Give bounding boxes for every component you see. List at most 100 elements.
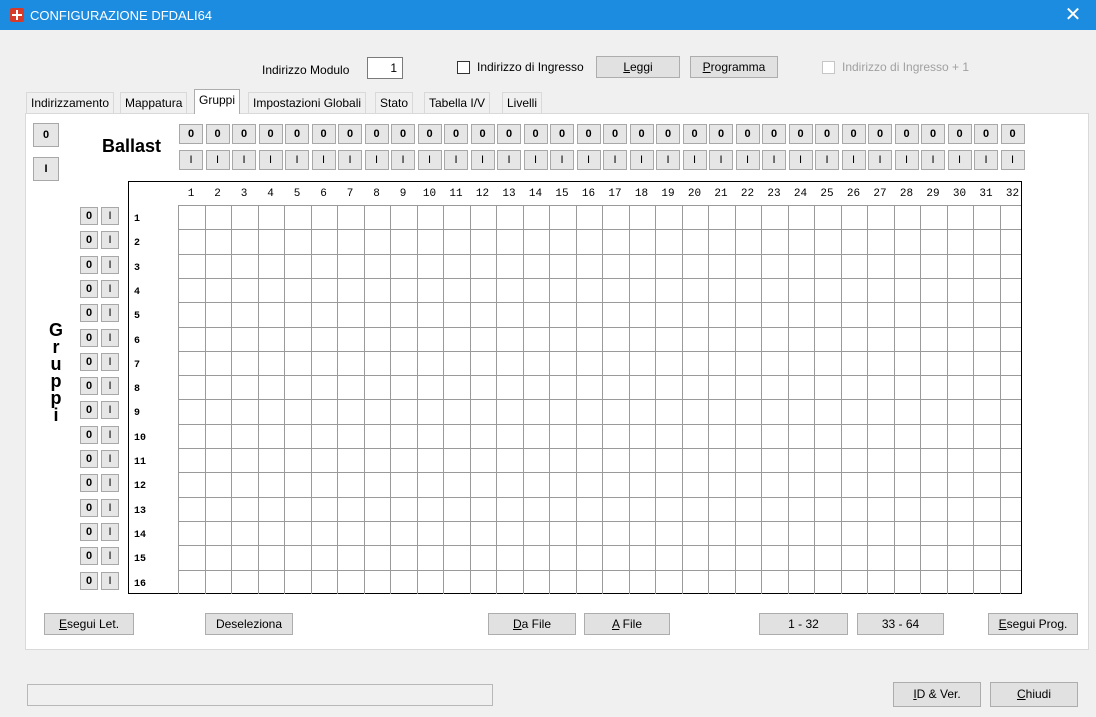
ballast-off-button-13[interactable]: 0 (497, 124, 521, 144)
group-off-button-15[interactable]: 0 (80, 547, 98, 566)
ballast-on-button-22[interactable]: I (735, 150, 760, 170)
ballast-on-button-23[interactable]: I (762, 150, 786, 170)
group-off-button-6[interactable]: 0 (80, 328, 98, 347)
ballast-off-button-24[interactable]: 0 (788, 124, 813, 144)
ballast-on-button-27[interactable]: I (868, 150, 892, 170)
range-1-32-button[interactable]: 1 - 32 (759, 613, 848, 635)
ballast-off-button-31[interactable]: 0 (974, 124, 998, 144)
ballast-off-button-26[interactable]: 0 (841, 124, 866, 144)
tab-impostazioni-globali[interactable]: Impostazioni Globali (248, 92, 367, 113)
group-on-button-16[interactable]: I (101, 571, 119, 590)
group-on-button-1[interactable]: I (101, 207, 119, 225)
ballast-on-button-15[interactable]: I (550, 150, 574, 170)
group-on-button-13[interactable]: I (101, 498, 119, 517)
ballast-off-button-14[interactable]: 0 (523, 124, 548, 144)
ballast-off-button-22[interactable]: 0 (735, 124, 760, 144)
group-off-button-14[interactable]: 0 (80, 522, 98, 541)
group-off-button-2[interactable]: 0 (80, 231, 98, 250)
ballast-on-button-28[interactable]: I (894, 150, 919, 170)
group-off-button-8[interactable]: 0 (80, 377, 98, 396)
ballast-on-button-14[interactable]: I (523, 150, 548, 170)
tab-indirizzamento[interactable]: Indirizzamento (26, 92, 115, 113)
ballast-off-button-21[interactable]: 0 (709, 124, 733, 144)
group-on-button-8[interactable]: I (101, 377, 119, 396)
group-on-button-15[interactable]: I (101, 547, 119, 566)
ballast-off-button-17[interactable]: 0 (603, 124, 627, 144)
ballast-off-button-7[interactable]: 0 (338, 124, 362, 144)
ballast-off-button-15[interactable]: 0 (550, 124, 574, 144)
group-on-button-10[interactable]: I (101, 425, 119, 444)
ballast-on-button-13[interactable]: I (497, 150, 521, 170)
tab-tabella-iv[interactable]: Tabella I/V (424, 92, 491, 113)
ballast-off-button-11[interactable]: 0 (444, 124, 468, 144)
ballast-on-button-6[interactable]: I (311, 150, 336, 170)
group-off-button-11[interactable]: 0 (80, 450, 98, 468)
ballast-on-button-11[interactable]: I (444, 150, 468, 170)
ballast-off-button-5[interactable]: 0 (285, 124, 309, 144)
group-on-button-3[interactable]: I (101, 255, 119, 274)
ballast-off-button-8[interactable]: 0 (364, 124, 389, 144)
close-button[interactable]: Chiudi (990, 682, 1078, 707)
group-on-button-9[interactable]: I (101, 401, 119, 420)
ballast-on-button-8[interactable]: I (364, 150, 389, 170)
module-address-input[interactable]: 1 (367, 57, 403, 79)
group-on-button-2[interactable]: I (101, 231, 119, 250)
group-off-button-9[interactable]: 0 (80, 401, 98, 420)
ballast-on-button-16[interactable]: I (576, 150, 601, 170)
execute-read-button[interactable]: Esegui Let. (44, 613, 134, 635)
ballast-off-button-23[interactable]: 0 (762, 124, 786, 144)
ballast-on-button-30[interactable]: I (947, 150, 972, 170)
close-window-icon[interactable]: ✕ (1050, 0, 1096, 30)
group-off-button-4[interactable]: 0 (80, 279, 98, 298)
ballast-off-button-19[interactable]: 0 (656, 124, 680, 144)
group-on-button-14[interactable]: I (101, 522, 119, 541)
ballast-on-button-26[interactable]: I (841, 150, 866, 170)
all-on-button[interactable]: I (33, 157, 59, 181)
ballast-off-button-4[interactable]: 0 (258, 124, 283, 144)
group-on-button-11[interactable]: I (101, 450, 119, 468)
execute-prog-button[interactable]: Esegui Prog. (988, 613, 1078, 635)
tab-gruppi[interactable]: Gruppi (194, 89, 241, 114)
ballast-on-button-17[interactable]: I (603, 150, 627, 170)
ballast-on-button-2[interactable]: I (205, 150, 230, 170)
ballast-on-button-18[interactable]: I (629, 150, 654, 170)
group-off-button-13[interactable]: 0 (80, 498, 98, 517)
program-button[interactable]: Programma (690, 56, 778, 78)
ballast-on-button-7[interactable]: I (338, 150, 362, 170)
tab-livelli[interactable]: Livelli (502, 92, 543, 113)
group-on-button-7[interactable]: I (101, 352, 119, 371)
ballast-on-button-5[interactable]: I (285, 150, 309, 170)
ballast-on-button-10[interactable]: I (417, 150, 442, 170)
group-on-button-5[interactable]: I (101, 304, 119, 323)
ballast-off-button-27[interactable]: 0 (868, 124, 892, 144)
ballast-off-button-25[interactable]: 0 (815, 124, 839, 144)
group-off-button-12[interactable]: 0 (80, 474, 98, 493)
ballast-on-button-24[interactable]: I (788, 150, 813, 170)
read-button[interactable]: Leggi (596, 56, 680, 78)
from-file-button[interactable]: Da File (488, 613, 576, 635)
ballast-off-button-29[interactable]: 0 (921, 124, 945, 144)
tab-stato[interactable]: Stato (375, 92, 414, 113)
ballast-off-button-30[interactable]: 0 (947, 124, 972, 144)
input-address-checkbox[interactable] (457, 61, 470, 74)
ballast-on-button-32[interactable]: I (1000, 150, 1025, 170)
group-on-button-6[interactable]: I (101, 328, 119, 347)
range-33-64-button[interactable]: 33 - 64 (857, 613, 944, 635)
ballast-off-button-12[interactable]: 0 (470, 124, 495, 144)
ballast-off-button-3[interactable]: 0 (232, 124, 256, 144)
group-on-button-4[interactable]: I (101, 279, 119, 298)
ballast-on-button-4[interactable]: I (258, 150, 283, 170)
ballast-on-button-1[interactable]: I (179, 150, 203, 170)
id-version-button[interactable]: ID & Ver. (893, 682, 981, 707)
ballast-off-button-20[interactable]: 0 (682, 124, 707, 144)
group-on-button-12[interactable]: I (101, 474, 119, 493)
tab-mappatura[interactable]: Mappatura (120, 92, 188, 113)
ballast-off-button-16[interactable]: 0 (576, 124, 601, 144)
ballast-off-button-10[interactable]: 0 (417, 124, 442, 144)
group-off-button-16[interactable]: 0 (80, 571, 98, 590)
group-off-button-3[interactable]: 0 (80, 255, 98, 274)
ballast-off-button-2[interactable]: 0 (205, 124, 230, 144)
ballast-on-button-20[interactable]: I (682, 150, 707, 170)
ballast-off-button-28[interactable]: 0 (894, 124, 919, 144)
ballast-off-button-1[interactable]: 0 (179, 124, 203, 144)
